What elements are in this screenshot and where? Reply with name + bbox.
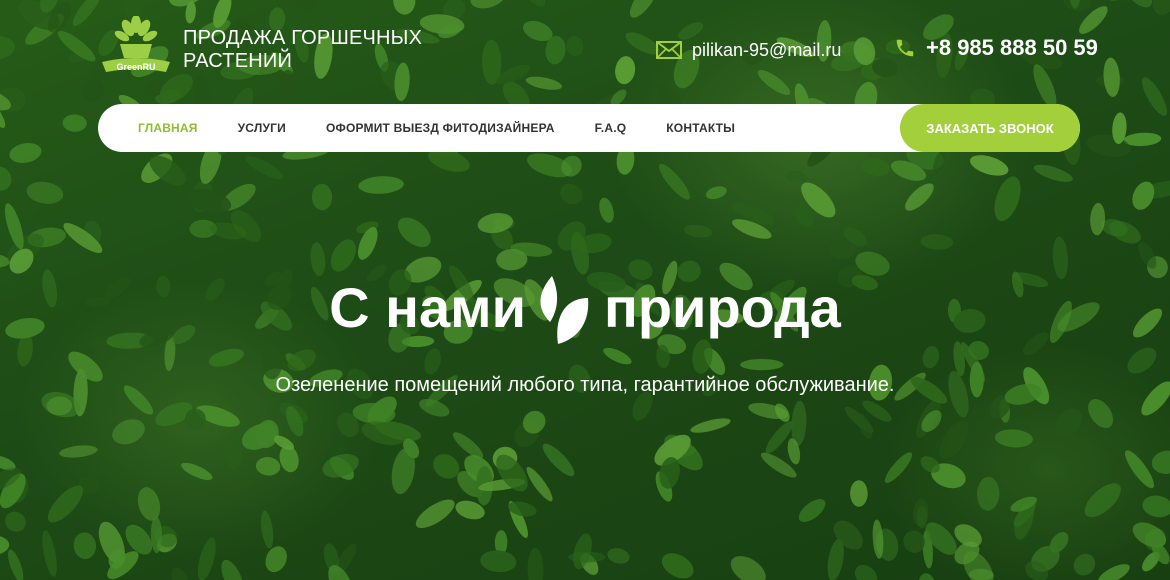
phone-link[interactable]: +8 985 888 50 59 [894,33,1098,63]
logo-text: GreenRU [116,62,155,72]
brand-title-line2: РАСТЕНИЙ [183,50,293,72]
order-call-button[interactable]: ЗАКАЗАТЬ ЗВОНОК [900,104,1080,152]
plant-pot-icon: GreenRU [102,15,170,72]
leaf-icon [540,276,589,344]
brand-title: ПРОДАЖА ГОРШЕЧНЫХ РАСТЕНИЙ [183,27,423,73]
nav-item-faq[interactable]: F.A.Q [595,121,627,135]
brand-logo[interactable]: GreenRU [98,15,174,80]
email-text: pilikan-95@mail.ru [692,39,842,60]
nav-item-home[interactable]: ГЛАВНАЯ [138,121,198,135]
email-link[interactable]: pilikan-95@mail.ru [656,36,841,64]
envelope-icon [656,41,682,59]
phone-text: +8 985 888 50 59 [926,35,1098,60]
hero-title-left: С нами [329,276,526,339]
brand-title-line1: ПРОДАЖА ГОРШЕЧНЫХ [183,27,423,49]
nav-item-contacts[interactable]: КОНТАКТЫ [666,121,735,135]
main-nav: ГЛАВНАЯ УСЛУГИ ОФОРМИТ ВЫЕЗД ФИТОДИЗАЙНЕ… [98,104,1080,152]
hero-subtitle: Озеленение помещений любого типа, гарант… [275,374,895,396]
hero-title-right: природа [604,276,841,339]
nav-item-services[interactable]: УСЛУГИ [238,121,286,135]
phone-icon [896,39,914,57]
nav-item-designer-visit[interactable]: ОФОРМИТ ВЫЕЗД ФИТОДИЗАЙНЕРА [326,121,555,135]
hero-title: С нами природа [0,268,1170,352]
